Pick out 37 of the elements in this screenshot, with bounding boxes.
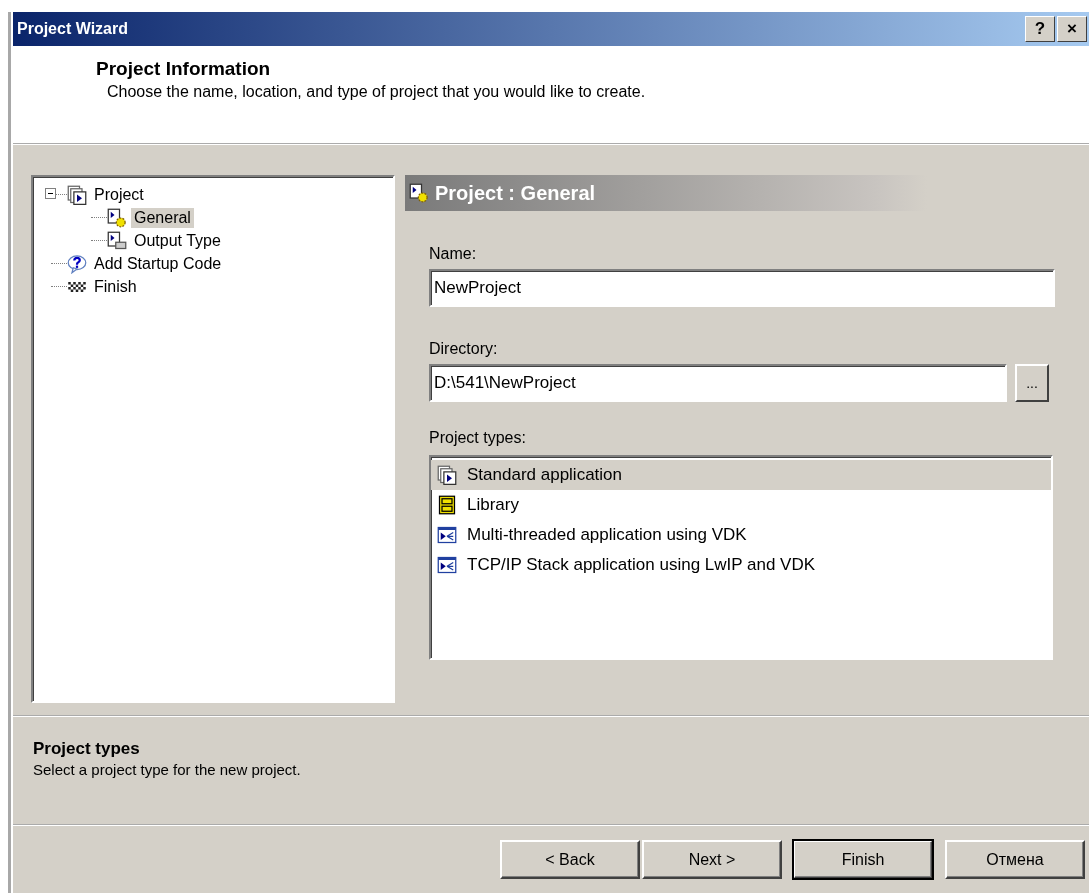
tree-item[interactable]: Finish — [91, 276, 140, 297]
list-item[interactable]: TCP/IP Stack application using LwIP and VDK — [467, 555, 816, 575]
stacked-pages-icon — [437, 465, 457, 485]
list-item[interactable]: Library — [467, 495, 519, 515]
help-button[interactable]: ? — [1025, 16, 1055, 42]
close-button[interactable]: × — [1057, 16, 1087, 42]
list-item[interactable]: Standard application — [467, 465, 622, 485]
finish-button[interactable]: Finish — [793, 840, 933, 879]
directory-field[interactable]: D:\541\NewProject — [429, 364, 1007, 402]
tree-item[interactable]: Output Type — [131, 230, 224, 251]
cancel-button[interactable]: Отмена — [945, 840, 1085, 879]
question-bubble-icon — [67, 253, 87, 274]
field-label: Directory: — [429, 340, 498, 358]
tree-item[interactable]: General — [131, 207, 194, 228]
thread-window-icon — [437, 525, 457, 545]
next-button[interactable]: Next > — [642, 840, 782, 879]
window-title: Project Wizard — [17, 20, 129, 38]
tree-item[interactable]: Project — [91, 184, 147, 205]
header-subtitle: Choose the name, location, and type of project that you would like to create. — [107, 83, 647, 101]
collapse-toggle[interactable] — [45, 188, 56, 199]
help-text: Select a project type for the new project. — [33, 761, 301, 778]
back-button[interactable]: < Back — [500, 840, 640, 879]
page-gear-icon — [409, 183, 429, 203]
field-label: Project types: — [429, 429, 526, 447]
cabinet-icon — [437, 495, 457, 515]
page-title: Project : General — [435, 181, 596, 205]
header-title: Project Information — [96, 58, 272, 80]
stacked-pages-icon — [67, 184, 87, 205]
browse-button[interactable]: ... — [1015, 364, 1049, 402]
tree-item[interactable]: Add Startup Code — [91, 253, 225, 274]
help-title: Project types — [33, 739, 140, 759]
page-gear-icon — [107, 207, 127, 228]
thread-window-icon — [437, 555, 457, 575]
page-chip-icon — [107, 230, 127, 251]
list-item[interactable]: Multi-threaded application using VDK — [467, 525, 747, 545]
name-field[interactable]: NewProject — [429, 269, 1055, 307]
field-label: Name: — [429, 245, 477, 263]
